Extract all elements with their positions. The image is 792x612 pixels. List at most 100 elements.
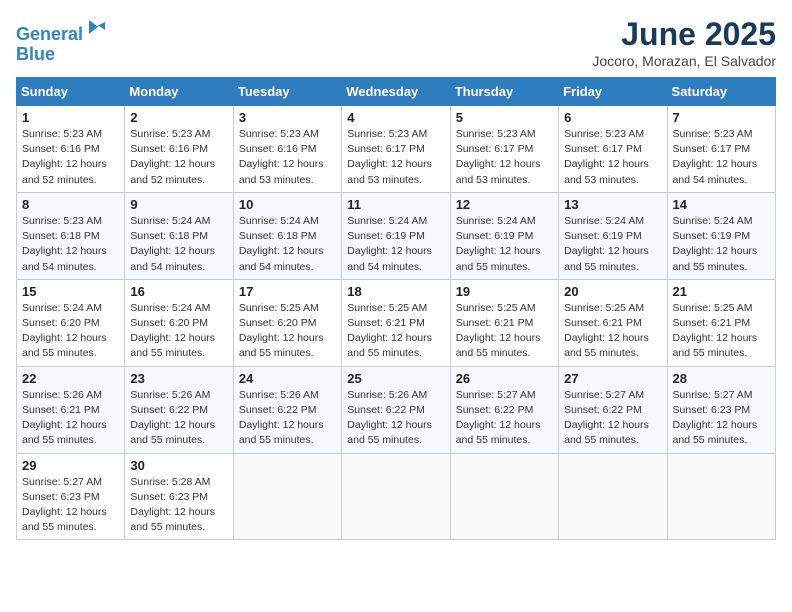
weekday-label: Tuesday xyxy=(233,78,341,106)
calendar-week-row: 1Sunrise: 5:23 AM Sunset: 6:16 PM Daylig… xyxy=(17,106,776,193)
day-detail: Sunrise: 5:28 AM Sunset: 6:23 PM Dayligh… xyxy=(130,475,227,536)
calendar-cell xyxy=(450,453,558,540)
day-number: 19 xyxy=(456,284,553,299)
calendar-cell: 10 Sunrise: 5:24 AM Sunset: 6:18 PM Dayli… xyxy=(233,192,341,279)
month-title: June 2025 xyxy=(592,16,776,53)
day-detail: Sunrise: 5:24 AM Sunset: 6:18 PM Dayligh… xyxy=(130,214,227,275)
day-detail: Sunrise: 5:25 AM Sunset: 6:20 PM Dayligh… xyxy=(239,301,336,362)
calendar-cell: 21Sunrise: 5:25 AM Sunset: 6:21 PM Dayli… xyxy=(667,279,775,366)
calendar-cell: 24 Sunrise: 5:26 AM Sunset: 6:22 PM Dayli… xyxy=(233,366,341,453)
calendar-cell: 7 Sunrise: 5:23 AM Sunset: 6:17 PM Daylig… xyxy=(667,106,775,193)
day-detail: Sunrise: 5:25 AM Sunset: 6:21 PM Dayligh… xyxy=(673,301,770,362)
calendar-cell: 25 Sunrise: 5:26 AM Sunset: 6:22 PM Dayli… xyxy=(342,366,450,453)
calendar-cell: 8Sunrise: 5:23 AM Sunset: 6:18 PM Daylig… xyxy=(17,192,125,279)
day-number: 23 xyxy=(130,371,227,386)
weekday-header-row: SundayMondayTuesdayWednesdayThursdayFrid… xyxy=(17,78,776,106)
day-detail: Sunrise: 5:23 AM Sunset: 6:16 PM Dayligh… xyxy=(239,127,336,188)
weekday-label: Sunday xyxy=(17,78,125,106)
calendar-week-row: 22 Sunrise: 5:26 AM Sunset: 6:21 PM Dayli… xyxy=(17,366,776,453)
day-detail: Sunrise: 5:25 AM Sunset: 6:21 PM Dayligh… xyxy=(347,301,444,362)
day-number: 4 xyxy=(347,110,444,125)
day-number: 25 xyxy=(347,371,444,386)
calendar-cell: 11 Sunrise: 5:24 AM Sunset: 6:19 PM Dayli… xyxy=(342,192,450,279)
day-detail: Sunrise: 5:24 AM Sunset: 6:20 PM Dayligh… xyxy=(130,301,227,362)
weekday-label: Monday xyxy=(125,78,233,106)
calendar-cell xyxy=(233,453,341,540)
day-number: 3 xyxy=(239,110,336,125)
day-number: 26 xyxy=(456,371,553,386)
calendar-cell: 14 Sunrise: 5:24 AM Sunset: 6:19 PM Dayli… xyxy=(667,192,775,279)
day-detail: Sunrise: 5:26 AM Sunset: 6:21 PM Dayligh… xyxy=(22,388,119,449)
day-number: 13 xyxy=(564,197,661,212)
day-detail: Sunrise: 5:23 AM Sunset: 6:18 PM Dayligh… xyxy=(22,214,119,275)
day-number: 11 xyxy=(347,197,444,212)
day-number: 14 xyxy=(673,197,770,212)
day-detail: Sunrise: 5:24 AM Sunset: 6:18 PM Dayligh… xyxy=(239,214,336,275)
day-number: 17 xyxy=(239,284,336,299)
calendar-table: SundayMondayTuesdayWednesdayThursdayFrid… xyxy=(16,77,776,540)
day-detail: Sunrise: 5:26 AM Sunset: 6:22 PM Dayligh… xyxy=(239,388,336,449)
day-detail: Sunrise: 5:24 AM Sunset: 6:19 PM Dayligh… xyxy=(456,214,553,275)
title-block: June 2025 Jocoro, Morazan, El Salvador xyxy=(592,16,776,69)
day-number: 10 xyxy=(239,197,336,212)
day-detail: Sunrise: 5:26 AM Sunset: 6:22 PM Dayligh… xyxy=(347,388,444,449)
day-detail: Sunrise: 5:24 AM Sunset: 6:20 PM Dayligh… xyxy=(22,301,119,362)
calendar-cell: 23 Sunrise: 5:26 AM Sunset: 6:22 PM Dayli… xyxy=(125,366,233,453)
day-detail: Sunrise: 5:24 AM Sunset: 6:19 PM Dayligh… xyxy=(347,214,444,275)
calendar-week-row: 29 Sunrise: 5:27 AM Sunset: 6:23 PM Dayli… xyxy=(17,453,776,540)
calendar-cell: 1Sunrise: 5:23 AM Sunset: 6:16 PM Daylig… xyxy=(17,106,125,193)
calendar-cell xyxy=(559,453,667,540)
day-detail: Sunrise: 5:26 AM Sunset: 6:22 PM Dayligh… xyxy=(130,388,227,449)
calendar-cell: 19 Sunrise: 5:25 AM Sunset: 6:21 PM Dayli… xyxy=(450,279,558,366)
calendar-cell: 12 Sunrise: 5:24 AM Sunset: 6:19 PM Dayli… xyxy=(450,192,558,279)
day-detail: Sunrise: 5:23 AM Sunset: 6:16 PM Dayligh… xyxy=(130,127,227,188)
calendar-body: 1Sunrise: 5:23 AM Sunset: 6:16 PM Daylig… xyxy=(17,106,776,540)
calendar-cell: 4 Sunrise: 5:23 AM Sunset: 6:17 PM Daylig… xyxy=(342,106,450,193)
day-number: 30 xyxy=(130,458,227,473)
day-detail: Sunrise: 5:24 AM Sunset: 6:19 PM Dayligh… xyxy=(564,214,661,275)
day-detail: Sunrise: 5:23 AM Sunset: 6:17 PM Dayligh… xyxy=(564,127,661,188)
logo: GeneralBlue xyxy=(16,16,109,65)
day-number: 9 xyxy=(130,197,227,212)
calendar-cell: 6 Sunrise: 5:23 AM Sunset: 6:17 PM Daylig… xyxy=(559,106,667,193)
calendar-cell: 22 Sunrise: 5:26 AM Sunset: 6:21 PM Dayli… xyxy=(17,366,125,453)
calendar-cell: 18Sunrise: 5:25 AM Sunset: 6:21 PM Dayli… xyxy=(342,279,450,366)
day-number: 7 xyxy=(673,110,770,125)
calendar-cell: 26Sunrise: 5:27 AM Sunset: 6:22 PM Dayli… xyxy=(450,366,558,453)
day-detail: Sunrise: 5:23 AM Sunset: 6:16 PM Dayligh… xyxy=(22,127,119,188)
day-detail: Sunrise: 5:24 AM Sunset: 6:19 PM Dayligh… xyxy=(673,214,770,275)
day-number: 12 xyxy=(456,197,553,212)
day-number: 6 xyxy=(564,110,661,125)
day-number: 5 xyxy=(456,110,553,125)
weekday-label: Thursday xyxy=(450,78,558,106)
weekday-label: Saturday xyxy=(667,78,775,106)
logo-text: GeneralBlue xyxy=(16,16,109,65)
calendar-cell: 28Sunrise: 5:27 AM Sunset: 6:23 PM Dayli… xyxy=(667,366,775,453)
page-header: GeneralBlue June 2025 Jocoro, Morazan, E… xyxy=(16,16,776,69)
calendar-cell: 20Sunrise: 5:25 AM Sunset: 6:21 PM Dayli… xyxy=(559,279,667,366)
day-detail: Sunrise: 5:27 AM Sunset: 6:22 PM Dayligh… xyxy=(564,388,661,449)
day-detail: Sunrise: 5:23 AM Sunset: 6:17 PM Dayligh… xyxy=(673,127,770,188)
calendar-week-row: 15 Sunrise: 5:24 AM Sunset: 6:20 PM Dayli… xyxy=(17,279,776,366)
day-number: 24 xyxy=(239,371,336,386)
day-detail: Sunrise: 5:27 AM Sunset: 6:23 PM Dayligh… xyxy=(673,388,770,449)
calendar-cell: 17 Sunrise: 5:25 AM Sunset: 6:20 PM Dayli… xyxy=(233,279,341,366)
day-number: 27 xyxy=(564,371,661,386)
calendar-cell xyxy=(667,453,775,540)
calendar-cell: 16Sunrise: 5:24 AM Sunset: 6:20 PM Dayli… xyxy=(125,279,233,366)
calendar-week-row: 8Sunrise: 5:23 AM Sunset: 6:18 PM Daylig… xyxy=(17,192,776,279)
logo-icon xyxy=(85,16,109,40)
day-detail: Sunrise: 5:23 AM Sunset: 6:17 PM Dayligh… xyxy=(347,127,444,188)
day-number: 22 xyxy=(22,371,119,386)
calendar-cell: 2 Sunrise: 5:23 AM Sunset: 6:16 PM Daylig… xyxy=(125,106,233,193)
weekday-label: Wednesday xyxy=(342,78,450,106)
day-detail: Sunrise: 5:25 AM Sunset: 6:21 PM Dayligh… xyxy=(564,301,661,362)
calendar-cell: 29 Sunrise: 5:27 AM Sunset: 6:23 PM Dayli… xyxy=(17,453,125,540)
day-detail: Sunrise: 5:27 AM Sunset: 6:23 PM Dayligh… xyxy=(22,475,119,536)
day-number: 15 xyxy=(22,284,119,299)
day-number: 2 xyxy=(130,110,227,125)
location: Jocoro, Morazan, El Salvador xyxy=(592,53,776,69)
calendar-cell: 9 Sunrise: 5:24 AM Sunset: 6:18 PM Daylig… xyxy=(125,192,233,279)
day-number: 29 xyxy=(22,458,119,473)
day-detail: Sunrise: 5:25 AM Sunset: 6:21 PM Dayligh… xyxy=(456,301,553,362)
